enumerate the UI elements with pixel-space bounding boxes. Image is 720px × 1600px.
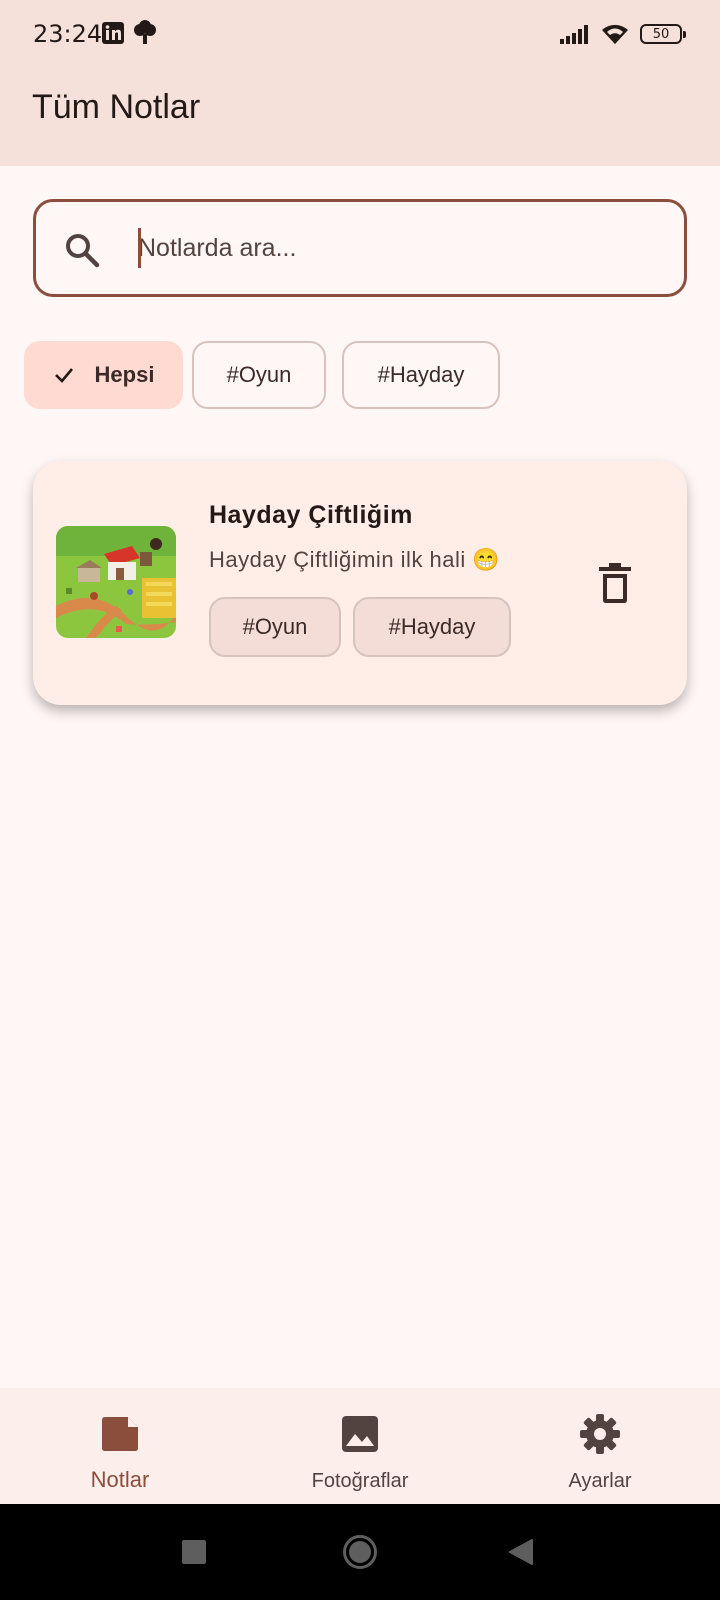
filter-chip-label: #Hayday: [377, 362, 465, 387]
settings-icon: [580, 1414, 620, 1454]
filter-chip-hepsi[interactable]: Hepsi: [24, 341, 183, 409]
battery-icon: 50: [640, 24, 686, 44]
note-description: Hayday Çiftliğimin ilk hali 😁: [209, 547, 501, 572]
note-tag-label: #Hayday: [388, 614, 476, 639]
system-navigation-bar: [0, 1504, 720, 1600]
note-thumbnail: [56, 526, 176, 638]
back-icon[interactable]: [508, 1538, 534, 1566]
filter-chip-label: #Oyun: [226, 362, 292, 387]
note-tag-label: #Oyun: [242, 614, 308, 639]
filter-chip-hayday[interactable]: #Hayday: [342, 341, 500, 409]
note-card[interactable]: Hayday Çiftliğim Hayday Çiftliğimin ilk …: [33, 461, 687, 705]
recent-apps-icon[interactable]: [182, 1540, 206, 1564]
search-icon: [66, 234, 100, 268]
nav-label: Notlar: [90, 1467, 150, 1492]
check-icon: [54, 368, 73, 383]
delete-button[interactable]: [589, 557, 641, 609]
filter-chip-label: Hepsi: [94, 362, 155, 387]
text-cursor: [138, 228, 141, 268]
search-input[interactable]: [138, 228, 658, 268]
search-bar[interactable]: [33, 199, 687, 297]
page-title: Tüm Notlar: [32, 88, 201, 126]
status-time: 23:24: [33, 20, 103, 48]
filter-chip-oyun[interactable]: #Oyun: [192, 341, 326, 409]
nav-item-fotograflar[interactable]: Fotoğraflar: [240, 1388, 480, 1504]
status-right-icons: 50: [560, 22, 686, 46]
bottom-navigation: Notlar Fotoğraflar Ayarlar: [0, 1388, 720, 1504]
home-icon[interactable]: [342, 1534, 378, 1570]
signal-icon: [560, 25, 588, 44]
note-icon: [102, 1417, 138, 1451]
farm-thumbnail: [56, 526, 176, 638]
wifi-icon: [602, 24, 628, 44]
linkedin-icon: [102, 22, 124, 44]
nav-label: Ayarlar: [568, 1470, 632, 1492]
trash-icon: [599, 563, 631, 603]
nav-item-ayarlar[interactable]: Ayarlar: [480, 1388, 720, 1504]
note-tag-hayday[interactable]: #Hayday: [353, 597, 511, 657]
note-title: Hayday Çiftliğim: [209, 501, 413, 529]
nav-label: Fotoğraflar: [311, 1470, 409, 1492]
note-tag-oyun[interactable]: #Oyun: [209, 597, 341, 657]
status-left-icons: [102, 20, 158, 46]
app-bar: 23:24 50 Tüm Notlar: [0, 0, 720, 166]
nav-item-notlar[interactable]: Notlar: [0, 1388, 240, 1504]
photo-icon: [342, 1416, 378, 1452]
battery-level: 50: [652, 26, 670, 42]
tree-icon: [134, 20, 156, 44]
